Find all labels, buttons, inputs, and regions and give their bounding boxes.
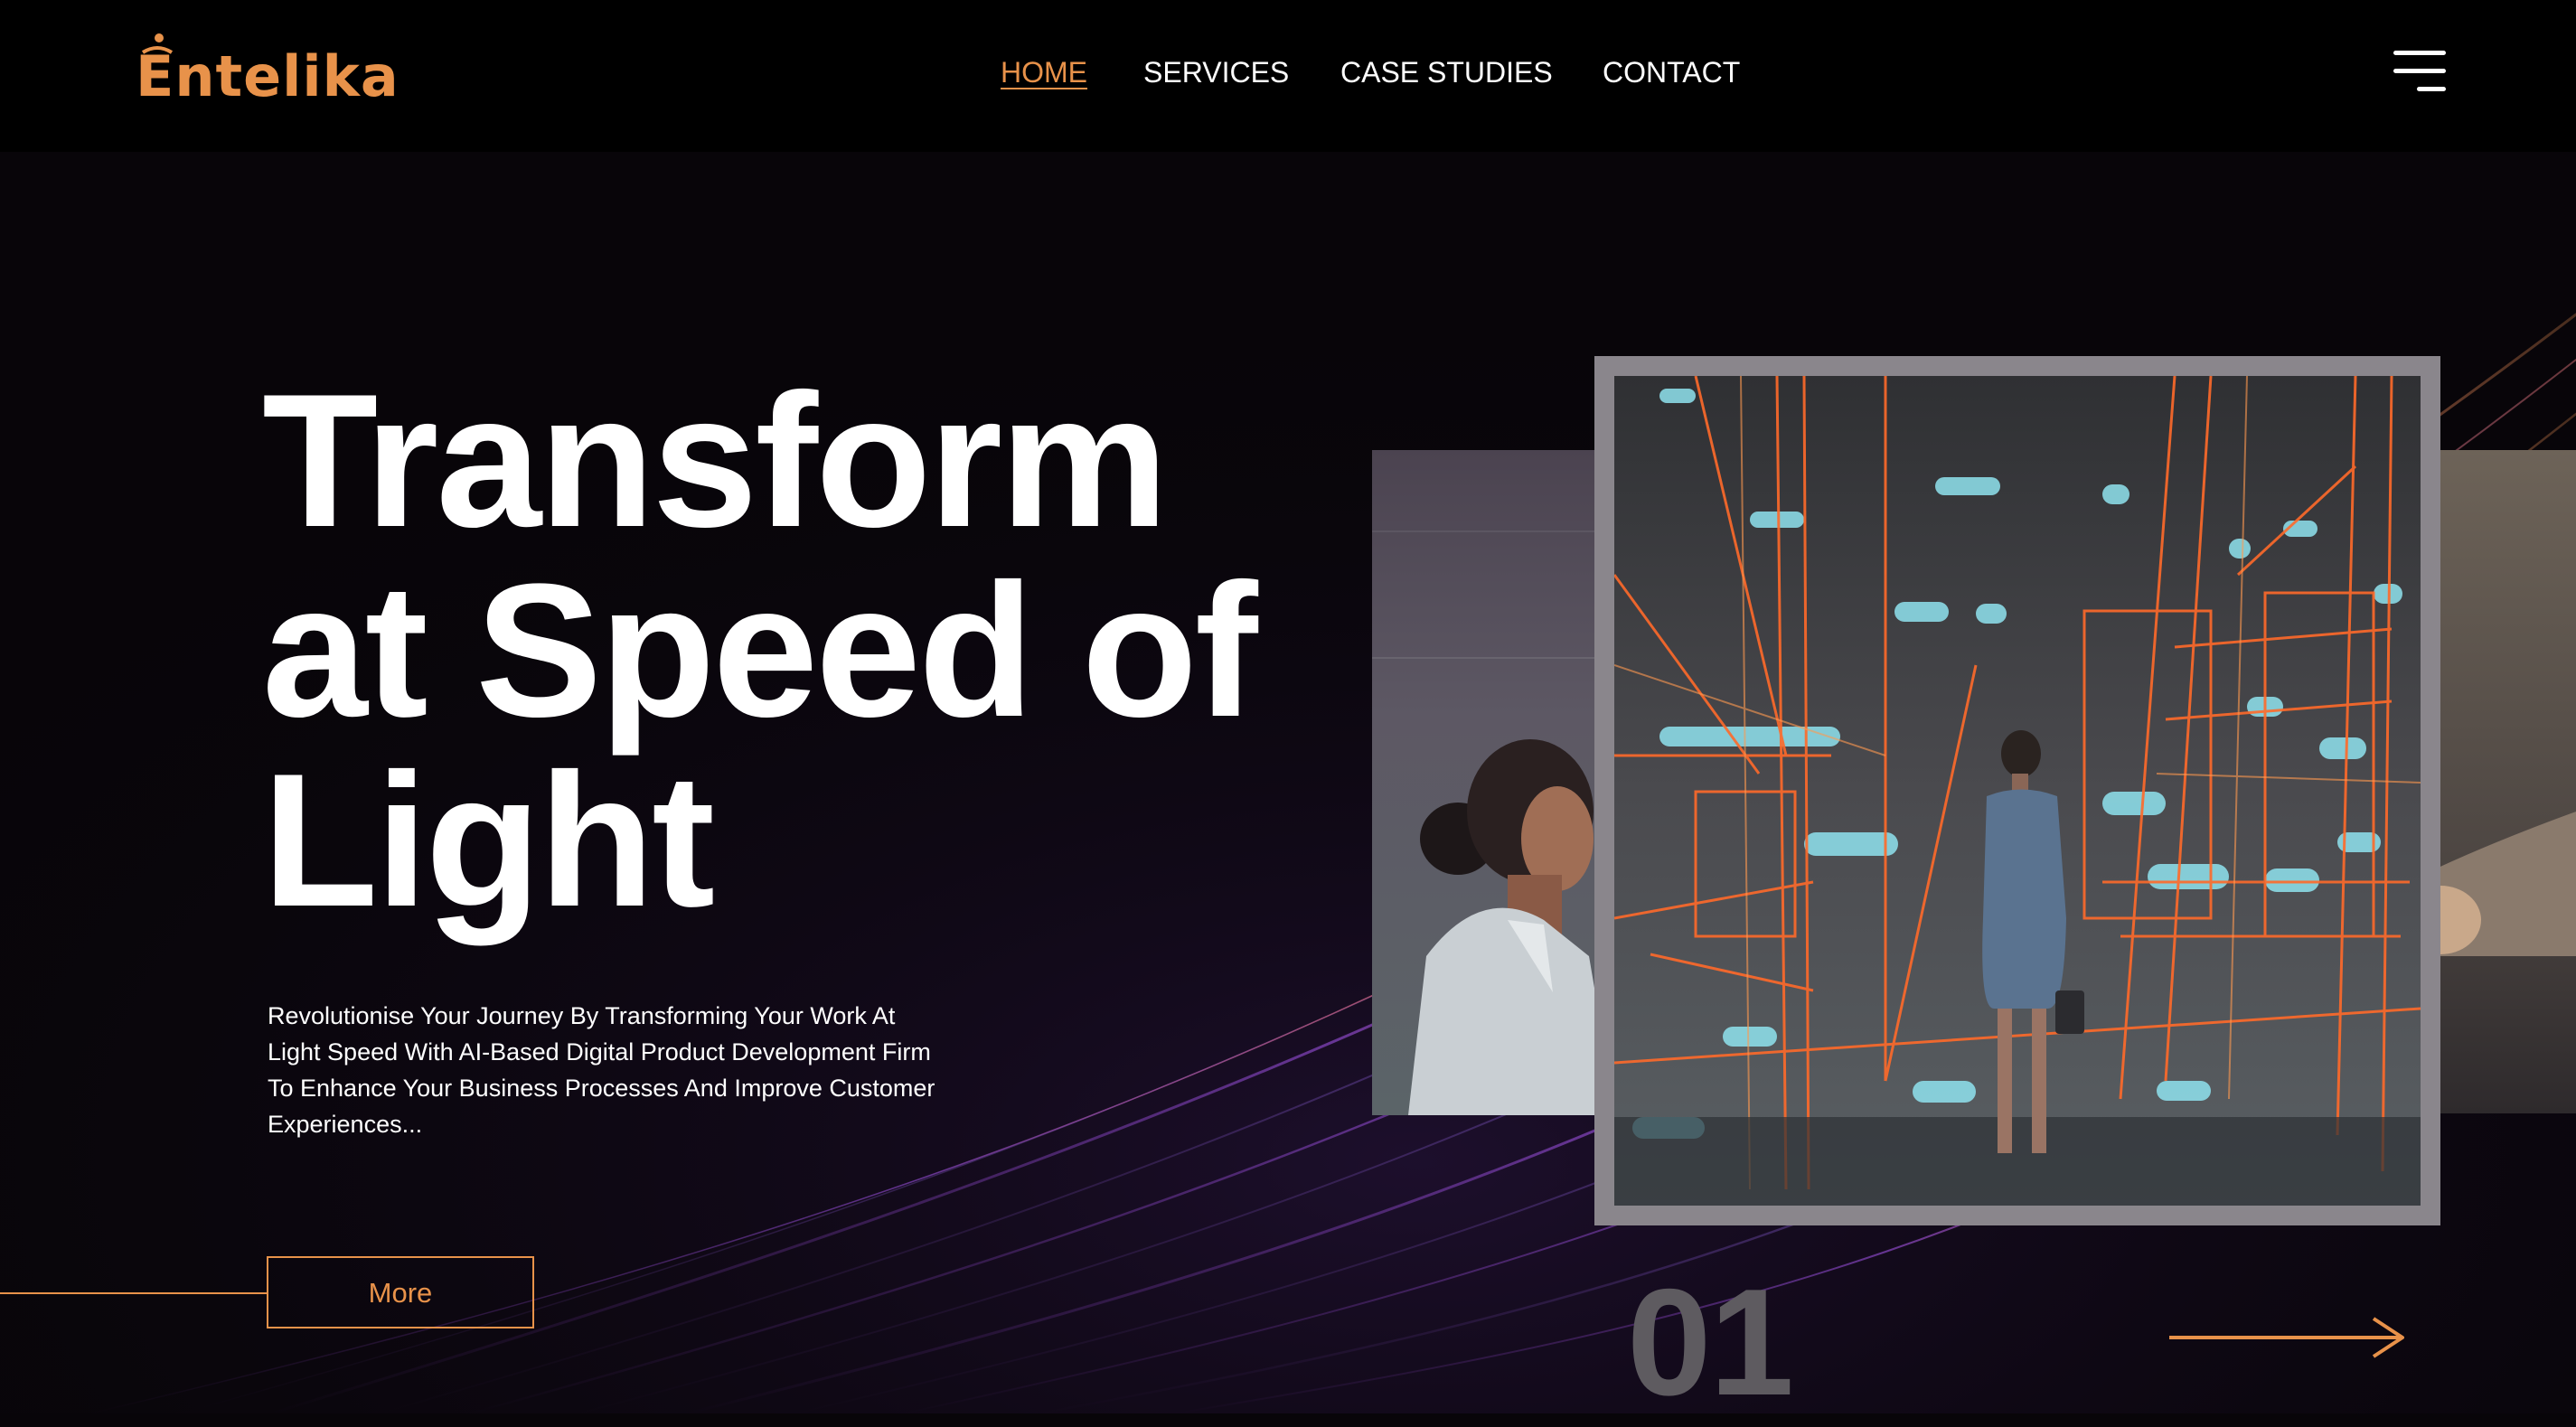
nav-home[interactable]: HOME: [1001, 54, 1087, 90]
hero-title-line-3: Light: [262, 734, 715, 946]
site-header: Entelika HOME SERVICES CASE STUDIES CONT…: [0, 0, 2576, 152]
entelika-logo[interactable]: Entelika: [136, 33, 400, 117]
logo-sparkle-icon: [141, 33, 174, 54]
woman-profile-illustration: [1372, 530, 1616, 1115]
hero-title-line-1: Transform: [262, 354, 1169, 567]
nav-services[interactable]: SERVICES: [1143, 54, 1289, 90]
more-button[interactable]: More: [267, 1256, 534, 1328]
nav-contact[interactable]: CONTACT: [1603, 54, 1740, 90]
decorative-line: [0, 1292, 268, 1294]
featured-slide-frame[interactable]: [1594, 356, 2440, 1225]
hamburger-menu-icon[interactable]: [2393, 47, 2446, 96]
slide-number: 01: [1627, 1257, 1794, 1427]
previous-slide-image[interactable]: [1372, 450, 1616, 1115]
arrow-right-icon[interactable]: [2169, 1315, 2406, 1360]
nav-case-studies[interactable]: CASE STUDIES: [1340, 54, 1553, 90]
hero-title: Transform at Speed of Light: [262, 366, 1392, 935]
hero-subtitle: Revolutionise Your Journey By Transformi…: [268, 1002, 935, 1138]
digital-corridor-image: [1614, 376, 2421, 1206]
hero-title-line-2: at Speed of: [262, 544, 1258, 756]
